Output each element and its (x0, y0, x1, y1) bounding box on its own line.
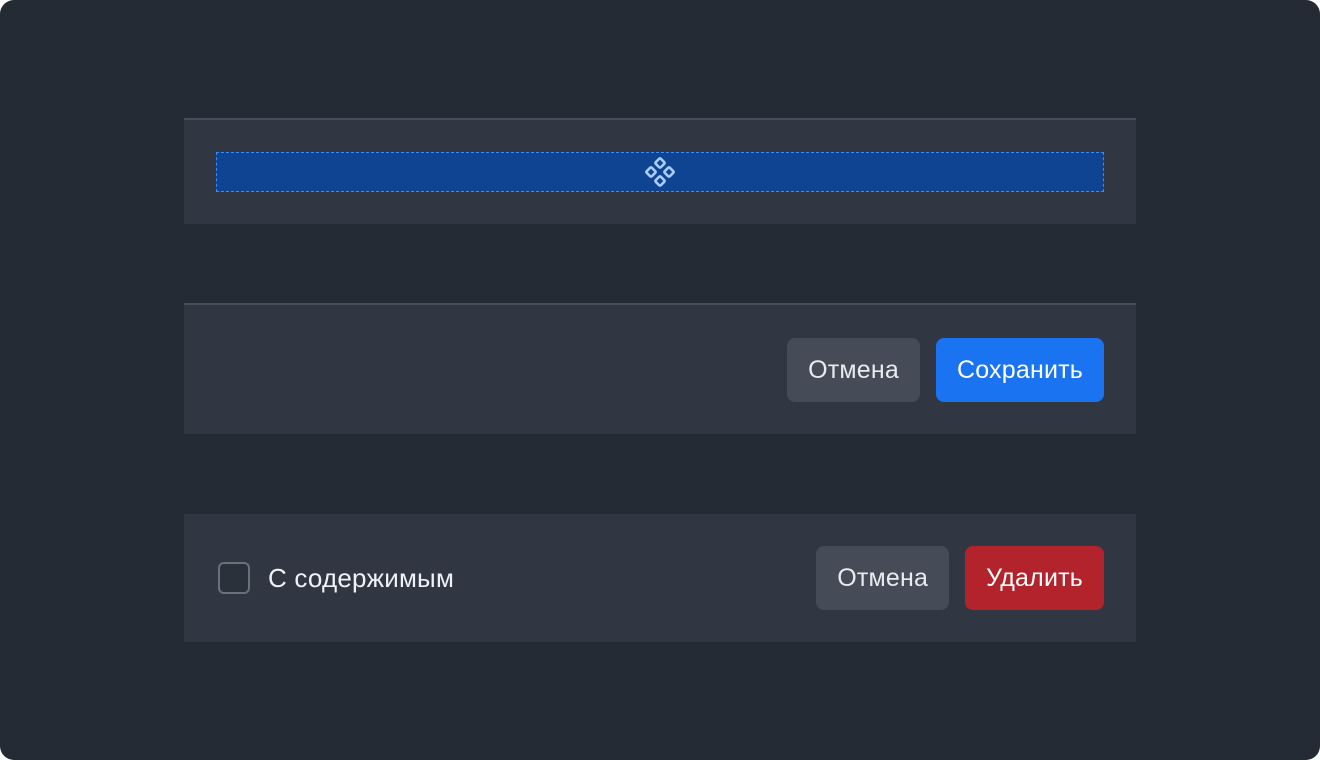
with-content-checkbox[interactable] (218, 562, 250, 594)
cancel-button[interactable]: Отмена (787, 338, 920, 402)
delete-footer-actions: Отмена Удалить (816, 546, 1104, 610)
drop-zone[interactable] (216, 152, 1104, 192)
delete-button[interactable]: Удалить (965, 546, 1104, 610)
save-footer-actions: Отмена Сохранить (787, 338, 1104, 402)
save-button[interactable]: Сохранить (935, 338, 1104, 402)
delete-footer-panel: С содержимым Отмена Удалить (184, 514, 1136, 642)
component-diamonds-icon (644, 156, 676, 188)
with-content-label: С содержимым (268, 562, 455, 593)
app-canvas: Отмена Сохранить С содержимым Отмена Уда… (0, 0, 1320, 760)
drop-zone-panel (184, 118, 1136, 224)
save-footer-panel: Отмена Сохранить (184, 303, 1136, 434)
with-content-option[interactable]: С содержимым (218, 562, 454, 594)
cancel-delete-button[interactable]: Отмена (816, 546, 950, 610)
